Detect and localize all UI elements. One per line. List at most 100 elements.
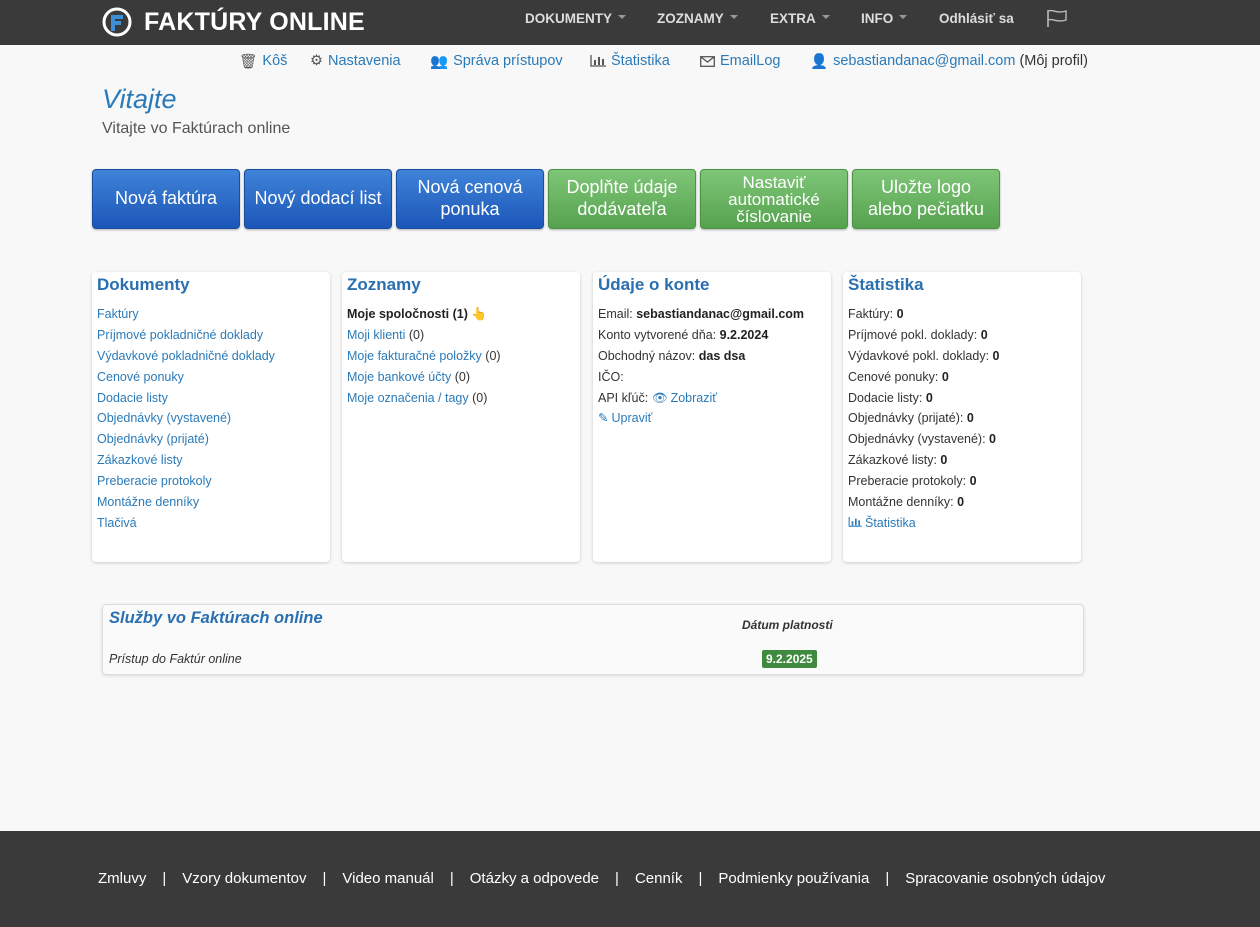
list-item[interactable]: Objednávky (vystavené) xyxy=(97,410,275,431)
gear-icon: ⚙ xyxy=(310,53,323,69)
subnav-nastavenia-link[interactable]: Nastavenia xyxy=(328,53,401,69)
konto-business-row: Obchodný názov: das dsa xyxy=(598,348,804,369)
stat-label: Výdavkové pokl. doklady: xyxy=(848,348,990,363)
statistika-list: Faktúry: 0 Príjmové pokl. doklady: 0 Výd… xyxy=(848,306,1000,536)
subnav-sprava-link[interactable]: Správa prístupov xyxy=(453,53,563,69)
dokumenty-link[interactable]: Faktúry xyxy=(97,307,139,321)
nav-info-label: INFO xyxy=(861,10,894,26)
subnav-nastavenia[interactable]: ⚙ Nastavenia xyxy=(310,51,401,71)
list-item[interactable]: Objednávky (prijaté) xyxy=(97,431,275,452)
dokumenty-list: Faktúry Príjmové pokladničné doklady Výd… xyxy=(97,306,275,536)
konto-ico-row: IČO: xyxy=(598,369,804,390)
list-item[interactable]: Preberacie protokoly xyxy=(97,473,275,494)
stat-value: 0 xyxy=(992,348,1000,363)
companies-count: (1) xyxy=(452,307,468,321)
dokumenty-link[interactable]: Objednávky (prijaté) xyxy=(97,432,209,446)
statistika-link[interactable]: Štatistika xyxy=(848,516,916,530)
zoznamy-count: (0) xyxy=(408,327,425,342)
nav-logout[interactable]: Odhlásiť sa xyxy=(939,0,1014,36)
nav-zoznamy[interactable]: ZOZNAMY xyxy=(657,0,738,36)
stat-value: 0 xyxy=(980,327,988,342)
email-label: Email: xyxy=(598,307,633,321)
zoznamy-link[interactable]: Moji klienti xyxy=(347,328,405,342)
stat-link-row[interactable]: Štatistika xyxy=(848,515,1000,536)
footer-link-podmienky[interactable]: Podmienky používania xyxy=(718,870,869,887)
subnav-statistika[interactable]: Štatistika xyxy=(590,51,670,71)
stat-value: 0 xyxy=(941,369,949,384)
nav-dokumenty[interactable]: DOKUMENTY xyxy=(525,0,626,36)
list-item[interactable]: Moje fakturačné položky (0) xyxy=(347,348,501,369)
dokumenty-link[interactable]: Príjmové pokladničné doklady xyxy=(97,328,263,342)
envelope-icon xyxy=(700,55,715,67)
dokumenty-link[interactable]: Cenové ponuky xyxy=(97,370,184,384)
zoznamy-panel: Zoznamy Moje spoločnosti (1) 👆 Moji klie… xyxy=(342,272,580,562)
konto-title: Údaje o konte xyxy=(598,275,710,294)
zoznamy-link[interactable]: Moje označenia / tagy xyxy=(347,391,469,405)
list-item[interactable]: Tlačivá xyxy=(97,515,275,536)
list-item[interactable]: Zákazkové listy xyxy=(97,452,275,473)
stat-value: 0 xyxy=(940,453,948,468)
companies-label: Moje spoločnosti xyxy=(347,307,450,321)
edit-account-link[interactable]: ✎ Upraviť xyxy=(598,411,652,425)
zoznamy-count: (0) xyxy=(454,369,470,384)
footer-link-vzory[interactable]: Vzory dokumentov xyxy=(182,870,306,887)
zoznamy-list: Moje spoločnosti (1) 👆 Moji klienti (0) … xyxy=(347,306,501,410)
email-value: sebastiandanac@gmail.com xyxy=(636,307,805,321)
flag-icon[interactable] xyxy=(1045,8,1069,28)
list-item[interactable]: Výdavkové pokladničné doklady xyxy=(97,348,275,369)
stat-value: 0 xyxy=(925,390,933,405)
stat-row: Príjmové pokl. doklady: 0 xyxy=(848,327,1000,348)
dokumenty-link[interactable]: Zákazkové listy xyxy=(97,453,182,467)
list-item[interactable]: Moji klienti (0) xyxy=(347,327,501,348)
subnav-profile[interactable]: 👤 sebastiandanac@gmail.com (Môj profil) xyxy=(810,51,1088,71)
brand[interactable]: FAKTÚRY ONLINE xyxy=(102,4,365,40)
footer-separator: | xyxy=(162,870,167,887)
footer-link-cennik[interactable]: Cenník xyxy=(635,870,683,887)
list-item[interactable]: Príjmové pokladničné doklady xyxy=(97,327,275,348)
footer-link-zmluvy[interactable]: Zmluvy xyxy=(98,870,146,887)
stat-label: Preberacie protokoly: xyxy=(848,474,967,489)
zoznamy-link[interactable]: Moje bankové účty xyxy=(347,370,451,384)
dokumenty-link[interactable]: Objednávky (vystavené) xyxy=(97,411,231,425)
new-delivery-note-button[interactable]: Nový dodací list xyxy=(244,169,392,229)
subnav-sprava[interactable]: 👥 Správa prístupov xyxy=(430,51,563,71)
subnav-profile-email-link[interactable]: sebastiandanac@gmail.com xyxy=(833,53,1015,69)
subnav-kos[interactable]: 🗑 Kôš xyxy=(239,51,287,71)
stat-value: 0 xyxy=(989,432,996,447)
nav-extra[interactable]: EXTRA xyxy=(770,0,830,36)
list-item[interactable]: Montážne denníky xyxy=(97,494,275,515)
ico-label: IČO: xyxy=(598,369,624,384)
list-item[interactable]: Faktúry xyxy=(97,306,275,327)
upload-logo-button[interactable]: Uložte logo alebo pečiatku xyxy=(852,169,1000,229)
footer-link-video[interactable]: Video manuál xyxy=(342,870,433,887)
dokumenty-link[interactable]: Montážne denníky xyxy=(97,495,199,509)
hand-pointer-icon: 👆 xyxy=(471,307,487,321)
dokumenty-link[interactable]: Preberacie protokoly xyxy=(97,474,212,488)
nav-zoznamy-label: ZOZNAMY xyxy=(657,10,724,26)
konto-edit-row[interactable]: ✎ Upraviť xyxy=(598,410,804,431)
auto-numbering-button[interactable]: Nastaviť automatické číslovanie xyxy=(700,169,848,229)
zoznamy-link[interactable]: Moje fakturačné položky xyxy=(347,349,482,363)
list-item[interactable]: Moje bankové účty (0) xyxy=(347,369,501,390)
dokumenty-link[interactable]: Dodacie listy xyxy=(97,391,168,405)
list-item[interactable]: Cenové ponuky xyxy=(97,369,275,390)
list-item[interactable]: Moje označenia / tagy (0) xyxy=(347,390,501,411)
api-show-link[interactable]: 👁 Zobraziť xyxy=(652,391,717,405)
footer: Zmluvy | Vzory dokumentov | Video manuál… xyxy=(0,831,1260,927)
supplier-details-button[interactable]: Doplňte údaje dodávateľa xyxy=(548,169,696,229)
stat-value: 0 xyxy=(969,474,977,489)
subnav-emaillog[interactable]: EmailLog xyxy=(700,51,780,71)
new-invoice-button[interactable]: Nová faktúra xyxy=(92,169,240,229)
dokumenty-link[interactable]: Výdavkové pokladničné doklady xyxy=(97,349,275,363)
dokumenty-link[interactable]: Tlačivá xyxy=(97,516,137,530)
new-quote-button[interactable]: Nová cenová ponuka xyxy=(396,169,544,229)
stat-label: Cenové ponuky: xyxy=(848,369,939,384)
stat-row: Preberacie protokoly: 0 xyxy=(848,473,1000,494)
subnav-kos-link[interactable]: Kôš xyxy=(262,53,287,69)
nav-info[interactable]: INFO xyxy=(861,0,908,36)
list-item[interactable]: Dodacie listy xyxy=(97,390,275,411)
subnav-emaillog-link[interactable]: EmailLog xyxy=(720,53,780,69)
footer-link-faq[interactable]: Otázky a odpovede xyxy=(470,870,599,887)
footer-link-gdpr[interactable]: Spracovanie osobných údajov xyxy=(905,870,1105,887)
subnav-statistika-link[interactable]: Štatistika xyxy=(611,53,670,69)
